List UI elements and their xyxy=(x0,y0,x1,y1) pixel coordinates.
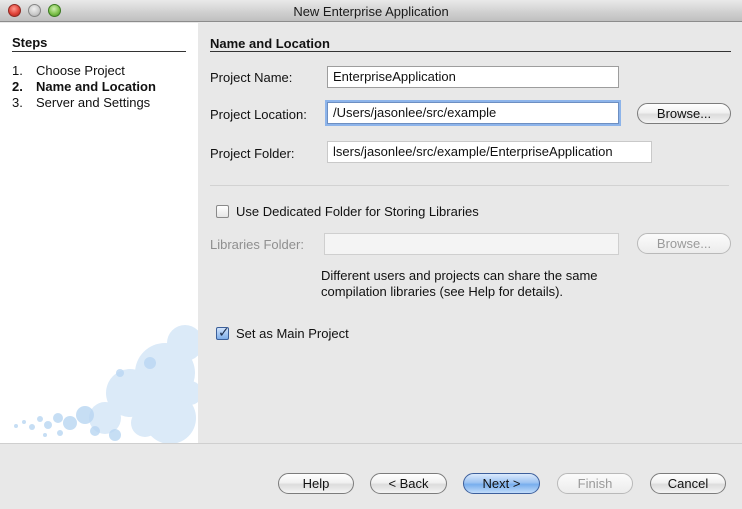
browse-libraries-button[interactable]: Browse... xyxy=(637,233,731,254)
step-name-and-location: 2. Name and Location xyxy=(12,79,156,94)
footer-divider xyxy=(0,443,742,444)
step-label: Choose Project xyxy=(36,63,125,78)
decorative-bubbles-graphic xyxy=(14,325,198,443)
main-project-label[interactable]: Set as Main Project xyxy=(236,326,349,341)
steps-title: Steps xyxy=(12,35,48,50)
libraries-folder-label: Libraries Folder: xyxy=(210,237,304,252)
project-folder-field[interactable]: lsers/jasonlee/src/example/EnterpriseApp… xyxy=(327,141,652,163)
dedicated-folder-label[interactable]: Use Dedicated Folder for Storing Librari… xyxy=(236,204,479,219)
steps-divider xyxy=(12,51,186,52)
browse-location-button[interactable]: Browse... xyxy=(637,103,731,124)
project-name-input[interactable]: EnterpriseApplication xyxy=(327,66,619,88)
cancel-button[interactable]: Cancel xyxy=(650,473,726,494)
main-project-checkbox[interactable]: ✓ xyxy=(216,324,230,340)
project-location-input[interactable]: /Users/jasonlee/src/example xyxy=(327,102,619,124)
project-name-label: Project Name: xyxy=(210,70,293,85)
finish-button[interactable]: Finish xyxy=(557,473,633,494)
checkmark-icon: ✓ xyxy=(218,324,230,340)
title-bar: New Enterprise Application xyxy=(0,0,742,22)
window-title: New Enterprise Application xyxy=(293,4,449,19)
step-label: Server and Settings xyxy=(36,95,151,110)
step-label: Name and Location xyxy=(36,79,156,94)
libraries-help-text: Different users and projects can share t… xyxy=(321,268,598,299)
step-choose-project: 1. Choose Project xyxy=(12,63,125,78)
step-server-and-settings: 3. Server and Settings xyxy=(12,95,150,110)
help-button[interactable]: Help xyxy=(278,473,354,494)
panel-title-divider xyxy=(210,51,731,52)
project-location-label: Project Location: xyxy=(210,107,307,122)
step-number: 2. xyxy=(12,79,23,94)
libraries-folder-input[interactable] xyxy=(324,233,619,255)
dedicated-folder-checkbox[interactable] xyxy=(216,205,229,218)
next-button[interactable]: Next > xyxy=(463,473,540,494)
step-number: 3. xyxy=(12,95,23,110)
step-number: 1. xyxy=(12,63,23,78)
project-folder-label: Project Folder: xyxy=(210,146,295,161)
steps-panel: Steps 1. Choose Project 2. Name and Locati… xyxy=(0,23,198,443)
panel-title: Name and Location xyxy=(210,36,330,51)
back-button[interactable]: < Back xyxy=(370,473,447,494)
section-divider xyxy=(210,185,729,186)
